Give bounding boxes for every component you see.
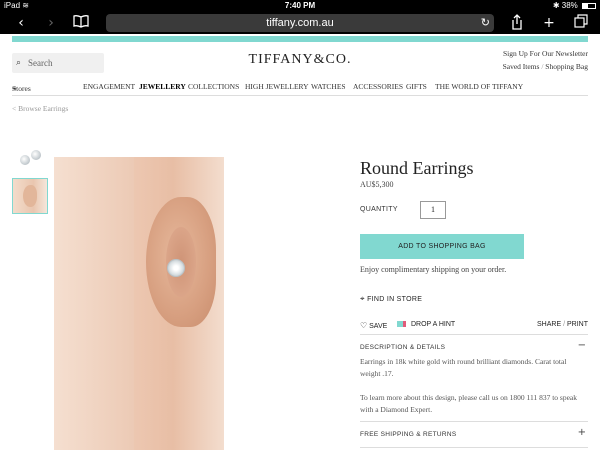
share-print: SHARE / PRINT [537, 321, 588, 328]
product-price: AU$5,300 [360, 180, 394, 189]
breadcrumb[interactable]: < Browse Earrings [12, 104, 68, 113]
newsletter-link[interactable]: Sign Up For Our Newsletter [503, 47, 588, 60]
ios-status-bar: iPad ≋ 7:40 PM ✱ 38% [0, 0, 600, 12]
tabs-icon[interactable] [572, 14, 590, 32]
brand-banner-strip [12, 36, 588, 42]
expand-icon[interactable]: + [578, 427, 586, 438]
clock: 7:40 PM [284, 1, 316, 10]
header-links: Sign Up For Our Newsletter Saved Items /… [503, 47, 588, 73]
product-main-image[interactable] [54, 157, 224, 450]
print-link[interactable]: PRINT [567, 321, 588, 328]
new-tab-icon[interactable]: + [540, 14, 558, 32]
drop-hint-button[interactable]: DROP A HINT [397, 321, 455, 328]
drop-hint-label: DROP A HINT [410, 321, 456, 328]
nav-item-engagement[interactable]: ENGAGEMENT [83, 82, 135, 91]
saved-items-link[interactable]: Saved Items [503, 62, 540, 71]
location-pin-icon: ⌖ [360, 294, 365, 303]
nav-item-watches[interactable]: WATCHES [311, 82, 346, 91]
description-accordion-header[interactable]: DESCRIPTION & DETAILS [360, 344, 445, 351]
quantity-label: QUANTITY [360, 206, 398, 213]
bluetooth-icon: ✱ [552, 1, 560, 10]
save-button[interactable]: ♡ SAVE [360, 321, 387, 330]
earring-stud-image [20, 155, 30, 165]
save-label: SAVE [369, 323, 388, 330]
battery-icon [582, 2, 596, 9]
reload-icon[interactable]: ↻ [481, 14, 490, 32]
diamond-earring [167, 259, 185, 277]
share-link[interactable]: SHARE [537, 321, 561, 328]
nav-item-jewellery[interactable]: JEWELLERY [139, 82, 186, 91]
contact-text: To learn more about this design, please … [360, 393, 577, 414]
description-text: Earrings in 18k white gold with round br… [360, 357, 567, 378]
browser-toolbar: ‹ › tiffany.com.au ↻ + [0, 12, 600, 34]
shopping-bag-link[interactable]: Shopping Bag [545, 62, 588, 71]
collapse-icon[interactable]: − [578, 340, 586, 351]
battery-status: ✱ 38% [553, 1, 596, 10]
nav-item-collections[interactable]: COLLECTIONS [188, 82, 239, 91]
shipping-note: Enjoy complimentary shipping on your ord… [360, 265, 507, 274]
ear-image [23, 185, 37, 207]
product-title: Round Earrings [360, 158, 474, 178]
divider [360, 334, 588, 335]
thumbnail-ear-model[interactable] [12, 178, 48, 214]
nav-item-world-of-tiffany[interactable]: THE WORLD OF TIFFANY [435, 82, 523, 91]
battery-percent: 38% [561, 1, 578, 10]
nav-item-high-jewellery[interactable]: HIGH JEWELLERY [245, 82, 309, 91]
url-text: tiffany.com.au [266, 17, 334, 29]
hint-icon [397, 321, 406, 328]
thumbnail-earrings[interactable] [20, 150, 44, 168]
address-bar[interactable]: tiffany.com.au ↻ [106, 14, 494, 32]
shipping-accordion-header[interactable]: FREE SHIPPING & RETURNS [360, 431, 456, 438]
find-in-store-label: FIND IN STORE [367, 296, 423, 303]
heart-icon: ♡ [360, 321, 368, 330]
neck-skin [54, 157, 134, 450]
earring-stud-image [31, 150, 41, 160]
stores-label: Stores [12, 84, 31, 93]
share-separator: / [563, 321, 566, 328]
divider [360, 447, 588, 448]
divider [360, 421, 588, 422]
bookmarks-icon[interactable] [72, 14, 90, 32]
find-in-store-link[interactable]: ⌖ FIND IN STORE [360, 294, 422, 304]
share-icon[interactable] [508, 14, 526, 32]
nav-item-gifts[interactable]: GIFTS [406, 82, 427, 91]
nav-item-accessories[interactable]: ACCESSORIES [353, 82, 403, 91]
main-nav: ⌖ Stores ENGAGEMENT JEWELLERY COLLECTION… [12, 80, 588, 96]
add-to-bag-button[interactable]: ADD TO SHOPPING BAG [360, 234, 524, 259]
forward-icon[interactable]: › [42, 14, 60, 32]
quantity-input[interactable]: 1 [420, 201, 446, 219]
back-icon[interactable]: ‹ [12, 14, 30, 32]
link-separator: / [541, 62, 544, 71]
